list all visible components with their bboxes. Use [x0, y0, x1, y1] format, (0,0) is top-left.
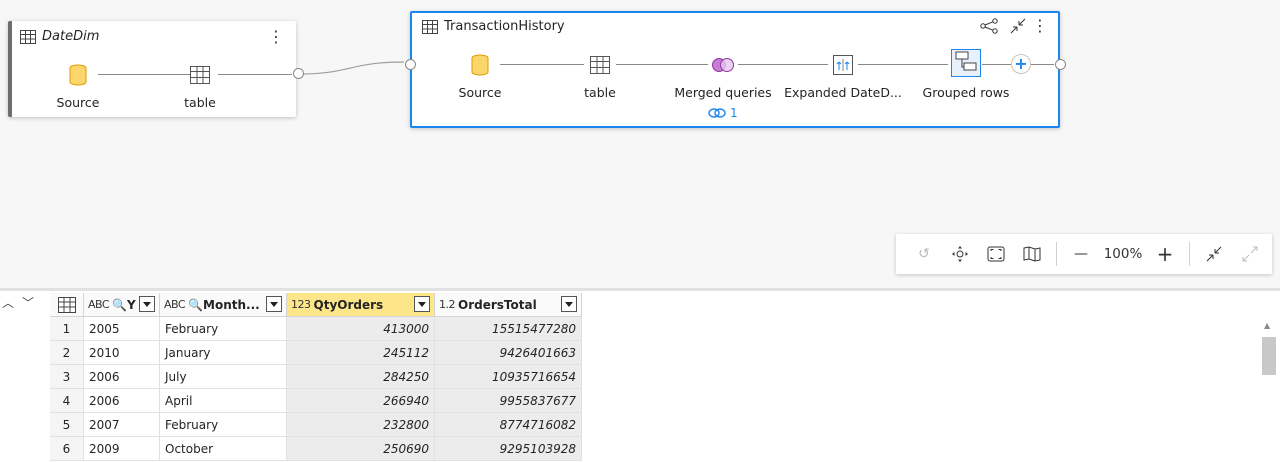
cell-month[interactable]: October [160, 437, 287, 461]
more-options-icon[interactable]: ⋮ [268, 29, 284, 45]
row-number[interactable]: 3 [50, 365, 84, 389]
cell-orderstotal[interactable]: 8774716082 [435, 413, 582, 437]
cell-month[interactable]: July [160, 365, 287, 389]
input-port[interactable] [405, 59, 416, 70]
collapse-icon[interactable] [1010, 18, 1026, 38]
zoom-out-button[interactable]: — [1063, 234, 1099, 274]
expand-columns-icon [783, 53, 903, 77]
minimap-icon[interactable] [1014, 234, 1050, 274]
row-number[interactable]: 2 [50, 341, 84, 365]
step-table[interactable]: table [540, 53, 660, 100]
cell-month[interactable]: February [160, 317, 287, 341]
database-icon [18, 63, 138, 87]
cell-year[interactable]: 2005 [84, 317, 160, 341]
step-connector [1030, 64, 1054, 65]
cell-orderstotal[interactable]: 15515477280 [435, 317, 582, 341]
collapse-all-icon[interactable] [1196, 234, 1232, 274]
table-icon [540, 53, 660, 77]
step-merged-queries[interactable]: Merged queries [663, 53, 783, 100]
step-expanded-datedim[interactable]: Expanded DateD... [783, 53, 903, 100]
zoom-in-button[interactable]: + [1147, 234, 1183, 274]
row-number[interactable]: 5 [50, 413, 84, 437]
table-icon [20, 29, 36, 44]
scrollbar-thumb[interactable] [1262, 337, 1276, 375]
expand-all-icon[interactable] [1232, 234, 1268, 274]
column-filter-dropdown[interactable] [266, 296, 282, 312]
row-number[interactable]: 1 [50, 317, 84, 341]
key-icon: 🔍 [112, 297, 128, 312]
cell-orderstotal[interactable]: 10935716654 [435, 365, 582, 389]
cell-year[interactable]: 2006 [84, 365, 160, 389]
table-icon [422, 19, 438, 34]
column-header-orderstotal[interactable]: 1.2 OrdersTotal [435, 293, 582, 317]
cell-orderstotal[interactable]: 9955837677 [435, 389, 582, 413]
step-grouped-rows[interactable]: Grouped rows [906, 49, 1026, 100]
diagram-canvas[interactable]: DateDim ⋮ Source table TransactionHistor… [0, 0, 1280, 288]
cell-month[interactable]: February [160, 413, 287, 437]
scroll-up-icon[interactable]: ▲ [1264, 321, 1270, 330]
column-filter-dropdown[interactable] [561, 296, 577, 312]
key-icon: 🔍 [188, 297, 204, 312]
toolbar-separator [1056, 242, 1057, 266]
query-card-transactionhistory[interactable]: TransactionHistory ⋮ Source table Merged… [405, 11, 1066, 128]
cell-year[interactable]: 2006 [84, 389, 160, 413]
more-options-icon[interactable]: ⋮ [1032, 18, 1048, 34]
add-step-button[interactable]: + [1011, 54, 1031, 74]
cell-year[interactable]: 2007 [84, 413, 160, 437]
cell-month[interactable]: April [160, 389, 287, 413]
vertical-scrollbar[interactable]: ▲ [1258, 317, 1280, 462]
cell-month[interactable]: January [160, 341, 287, 365]
cell-orderstotal[interactable]: 9426401663 [435, 341, 582, 365]
cell-qtyorders[interactable]: 284250 [287, 365, 435, 389]
row-number[interactable]: 4 [50, 389, 84, 413]
linked-queries-badge[interactable]: 1 [708, 106, 738, 120]
query-card-datedim[interactable]: DateDim ⋮ Source table [8, 21, 304, 117]
cell-qtyorders[interactable]: 413000 [287, 317, 435, 341]
step-table[interactable]: table [140, 63, 260, 110]
zoom-toolbar: ↺ — 100% + [896, 234, 1272, 274]
cell-year[interactable]: 2009 [84, 437, 160, 461]
step-source[interactable]: Source [18, 63, 138, 110]
query-title-transactionhistory: TransactionHistory [422, 19, 565, 34]
zoom-level: 100% [1103, 246, 1143, 262]
cell-qtyorders[interactable]: 245112 [287, 341, 435, 365]
pane-splitter[interactable] [0, 288, 1280, 291]
undo-icon[interactable]: ↺ [906, 234, 942, 274]
output-port[interactable] [1055, 59, 1066, 70]
cell-orderstotal[interactable]: 9295103928 [435, 437, 582, 461]
merge-icon [663, 53, 783, 77]
database-icon [420, 53, 540, 77]
link-icon [708, 108, 726, 118]
query-title-datedim: DateDim [20, 29, 99, 44]
table-icon [140, 63, 260, 87]
output-port[interactable] [293, 68, 304, 79]
toolbar-separator [1189, 242, 1190, 266]
cell-year[interactable]: 2010 [84, 341, 160, 365]
share-icon[interactable] [980, 18, 998, 38]
pan-icon[interactable] [942, 234, 978, 274]
step-source[interactable]: Source [420, 53, 540, 100]
column-filter-dropdown[interactable] [414, 296, 430, 312]
group-rows-icon [906, 49, 1026, 77]
cell-qtyorders[interactable]: 232800 [287, 413, 435, 437]
fit-to-screen-icon[interactable] [978, 234, 1014, 274]
column-header-year[interactable]: ABC 🔍 Y [84, 293, 160, 317]
column-header-qtyorders[interactable]: 123 QtyOrders [287, 293, 435, 317]
column-filter-dropdown[interactable] [139, 296, 155, 312]
cell-qtyorders[interactable]: 266940 [287, 389, 435, 413]
chevron-up-icon[interactable]: ︿ [2, 294, 14, 311]
chevron-down-icon[interactable]: ﹀ [22, 294, 34, 311]
table-corner-icon[interactable] [50, 293, 84, 317]
column-header-month[interactable]: ABC 🔍 Month... [160, 293, 287, 317]
cell-qtyorders[interactable]: 250690 [287, 437, 435, 461]
row-number[interactable]: 6 [50, 437, 84, 461]
